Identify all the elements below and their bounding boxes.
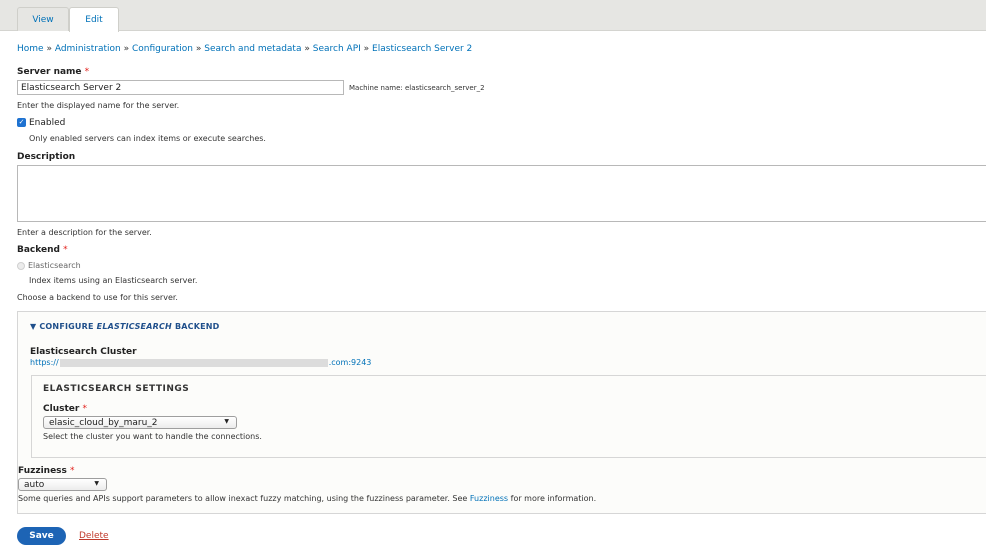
description-label: Description	[17, 152, 76, 162]
save-button[interactable]: Save	[17, 527, 66, 545]
fuzziness-help-prefix: Some queries and APIs support parameters…	[18, 494, 468, 503]
cluster-select-value: elasic_cloud_by_maru_2	[49, 417, 158, 428]
server-name-label: Server name *	[17, 67, 89, 77]
chevron-down-icon: ▼	[224, 418, 229, 425]
enabled-help: Only enabled servers can index items or …	[29, 134, 266, 143]
fuzziness-select[interactable]: auto ▼	[18, 478, 107, 491]
fuzziness-doc-link[interactable]: Fuzziness	[470, 494, 508, 503]
fuzziness-help: Some queries and APIs support parameters…	[18, 494, 596, 503]
check-icon: ✓	[18, 118, 25, 126]
tab-view-label: View	[32, 14, 54, 25]
configure-backend-fieldset: ▼ CONFIGURE ELASTICSEARCH BACKEND Elasti…	[17, 311, 986, 514]
breadcrumb-separator: »	[123, 44, 130, 54]
required-marker: *	[82, 404, 87, 414]
elasticsearch-settings-fieldset: ELASTICSEARCH SETTINGS Cluster * elasic_…	[31, 375, 986, 458]
breadcrumb-separator: »	[304, 44, 310, 54]
tab-view[interactable]: View	[17, 7, 69, 31]
backend-label-text: Backend	[17, 245, 60, 255]
configure-backend-toggle[interactable]: ▼ CONFIGURE ELASTICSEARCH BACKEND	[30, 322, 220, 331]
fuzziness-select-value: auto	[24, 479, 45, 490]
summary-em: ELASTICSEARCH	[96, 322, 172, 331]
tab-bar: View Edit	[0, 0, 986, 32]
server-name-help: Enter the displayed name for the server.	[17, 101, 180, 110]
description-help: Enter a description for the server.	[17, 228, 152, 237]
cluster-label: Cluster *	[43, 404, 87, 414]
cluster-url-prefix: https://	[30, 358, 59, 367]
machine-name: Machine name: elasticsearch_server_2	[349, 84, 485, 92]
backend-option-label[interactable]: Elasticsearch	[28, 261, 81, 270]
breadcrumb: Home » Administration » Configuration » …	[17, 44, 472, 54]
server-name-input[interactable]: Elasticsearch Server 2	[17, 80, 344, 95]
backend-help: Choose a backend to use for this server.	[17, 293, 178, 302]
cluster-help: Select the cluster you want to handle th…	[43, 432, 262, 441]
required-marker: *	[70, 466, 75, 476]
breadcrumb-administration[interactable]: Administration	[55, 44, 121, 54]
breadcrumb-home[interactable]: Home	[17, 44, 44, 54]
triangle-down-icon: ▼	[30, 322, 37, 331]
redacted-block	[59, 358, 328, 367]
summary-suffix: BACKEND	[174, 322, 220, 331]
breadcrumb-separator: »	[195, 44, 202, 54]
enabled-label[interactable]: Enabled	[29, 118, 65, 128]
delete-link[interactable]: Delete	[79, 531, 109, 541]
backend-radio-elasticsearch[interactable]	[17, 262, 25, 270]
required-marker: *	[84, 67, 90, 77]
breadcrumb-search-and-metadata[interactable]: Search and metadata	[204, 44, 301, 54]
breadcrumb-separator: »	[46, 44, 52, 54]
cluster-label-text: Cluster	[43, 404, 80, 414]
breadcrumb-current-server[interactable]: Elasticsearch Server 2	[372, 44, 472, 54]
elasticsearch-cluster-label: Elasticsearch Cluster	[30, 347, 137, 357]
breadcrumb-search-api[interactable]: Search API	[313, 44, 361, 54]
server-name-label-text: Server name	[17, 67, 82, 77]
fuzziness-help-suffix: for more information.	[510, 494, 597, 503]
cluster-url[interactable]: https:// .com:9243	[30, 358, 371, 367]
summary-prefix: CONFIGURE	[39, 322, 94, 331]
fuzziness-label: Fuzziness *	[18, 466, 75, 476]
elasticsearch-settings-title: ELASTICSEARCH SETTINGS	[43, 384, 190, 394]
breadcrumb-configuration[interactable]: Configuration	[132, 44, 193, 54]
required-marker: *	[63, 245, 68, 255]
tab-edit[interactable]: Edit	[69, 7, 119, 32]
tab-edit-label: Edit	[85, 15, 103, 25]
description-textarea[interactable]	[17, 165, 986, 222]
cluster-url-suffix: .com:9243	[328, 358, 372, 367]
backend-option-help: Index items using an Elasticsearch serve…	[29, 276, 198, 285]
backend-label: Backend *	[17, 245, 68, 255]
cluster-select[interactable]: elasic_cloud_by_maru_2 ▼	[43, 416, 237, 429]
fuzziness-label-text: Fuzziness	[18, 466, 67, 476]
server-name-value: Elasticsearch Server 2	[21, 82, 122, 93]
breadcrumb-separator: »	[363, 44, 370, 54]
chevron-down-icon: ▼	[94, 480, 99, 487]
enabled-checkbox[interactable]: ✓	[17, 118, 26, 127]
